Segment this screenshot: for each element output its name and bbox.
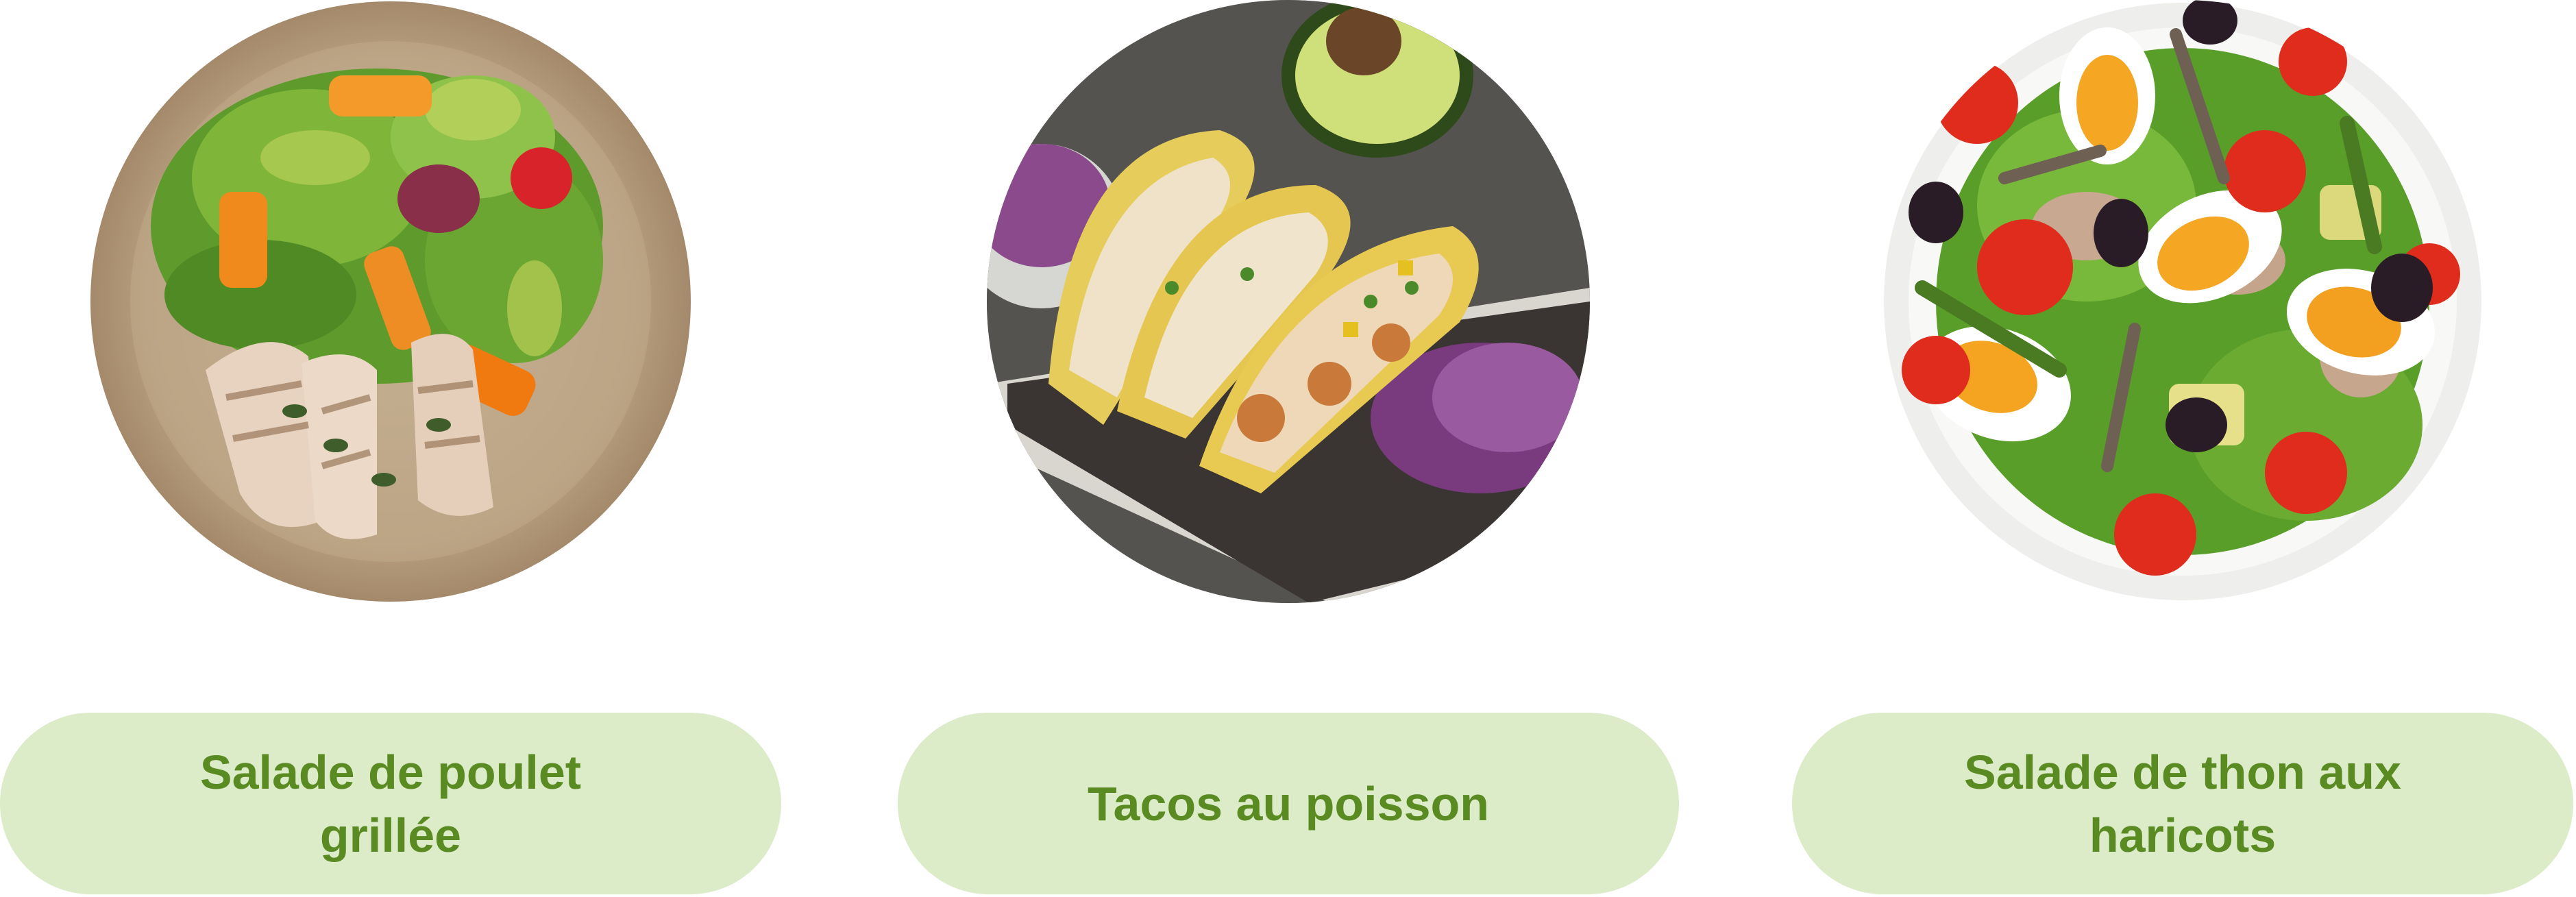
dish-card-fish-tacos[interactable]: Tacos au poisson xyxy=(898,0,1679,897)
dish-card-tuna-bean-salad[interactable]: Salade de thon aux haricots xyxy=(1792,0,2573,897)
dish-title: Salade de thon aux haricots xyxy=(1964,745,2401,862)
dish-title: Salade de poulet grillée xyxy=(199,745,582,862)
dish-label-tuna-bean-salad[interactable]: Salade de thon aux haricots xyxy=(1792,713,2573,894)
dish-label-grilled-chicken-salad[interactable]: Salade de poulet grillée xyxy=(0,713,781,894)
tuna-bean-salad-photo xyxy=(1881,0,2484,603)
fish-tacos-photo xyxy=(987,0,1590,603)
dish-title: Tacos au poisson xyxy=(1087,776,1490,831)
grilled-chicken-salad-photo xyxy=(89,0,692,603)
dish-label-fish-tacos[interactable]: Tacos au poisson xyxy=(898,713,1679,894)
dish-card-grilled-chicken-salad[interactable]: Salade de poulet grillée xyxy=(0,0,781,897)
